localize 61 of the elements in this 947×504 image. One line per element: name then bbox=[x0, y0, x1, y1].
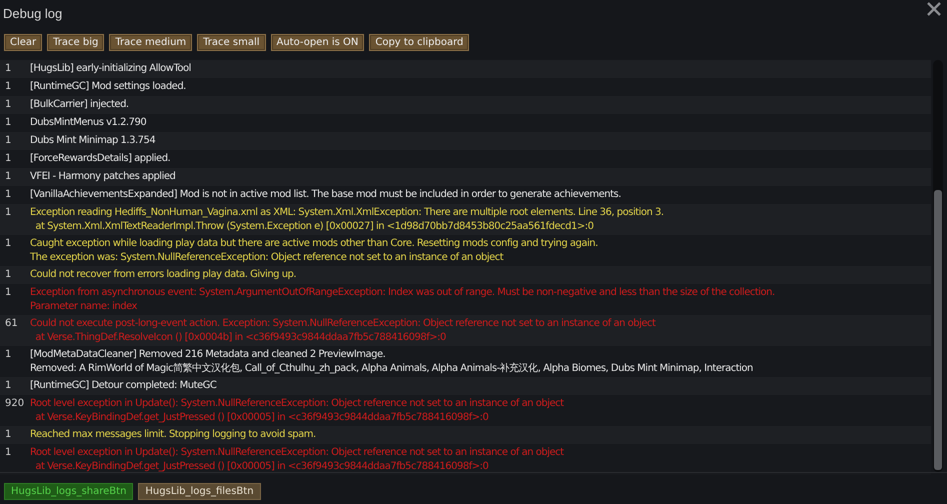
log-text: Could not execute post-long-event action. Exception: System.NullReferenceException: Object reference not set to an instance of an object bbox=[30, 317, 656, 330]
log-entry[interactable]: 1 [BulkCarrier] injected. bbox=[0, 96, 931, 114]
log-text: Dubs Mint Minimap 1.3.754 bbox=[30, 134, 156, 148]
log-count: 920 bbox=[4, 397, 26, 411]
toolbar-button[interactable]: Copy to clipboard bbox=[369, 34, 470, 51]
log-count: 1 bbox=[4, 428, 12, 442]
log-text: at Verse.KeyBindingDef.get_JustPressed () [0x00005] in <c36f9493c9844ddaa7fb5c788416098f>:0 bbox=[34, 410, 488, 424]
log-entry[interactable]: 1 VFEI - Harmony patches applied bbox=[0, 168, 931, 186]
log-count: 1 bbox=[4, 170, 12, 184]
log-text: Removed: A RimWorld of Magic简繁中文汉化包, Call_of_Cthulhu_zh_pack, Alpha Animals, Alpha Animals-补充汉化, Alpha Biomes, Dubs Mint Minimap, Interaction bbox=[30, 362, 753, 375]
log-count: 1 bbox=[4, 134, 12, 148]
log-count: 1 bbox=[4, 98, 12, 112]
log-text: [HugsLib] early-initializing AllowTool bbox=[30, 62, 191, 76]
toolbar-button[interactable]: Trace big bbox=[47, 34, 104, 51]
log-text: Exception from asynchronous event: System.ArgumentOutOfRangeException: Index was out of range. Must be non-negative and less than the size of the collection. bbox=[30, 286, 775, 300]
log-count: 1 bbox=[4, 268, 12, 282]
log-entry[interactable]: 1 [HugsLib] early-initializing AllowTool bbox=[0, 60, 931, 78]
log-text: Could not recover from errors loading play data. Giving up. bbox=[30, 268, 296, 282]
log-entry[interactable]: 1 Dubs Mint Minimap 1.3.754 bbox=[0, 132, 931, 150]
log-text: at Verse.ThingDef.ResolveIcon () [0x0004b] in <c36f9493c9844ddaa7fb5c788416098f>:0 bbox=[34, 330, 446, 344]
scrollbar[interactable] bbox=[933, 60, 943, 472]
log-count: 1 bbox=[4, 116, 12, 130]
log-text: Caught exception while loading play data but there are active mods other than Core. Resetting mods config and trying again. bbox=[30, 237, 598, 250]
log-text: [RuntimeGC] Mod settings loaded. bbox=[30, 80, 186, 94]
log-text: Exception reading Hediffs_NonHuman_Vagina.xml as XML: System.Xml.XmlException: There are multiple root elements. Line 36, position 3. bbox=[30, 206, 664, 220]
log-count: 1 bbox=[4, 446, 12, 460]
log-count: 1 bbox=[4, 152, 12, 166]
toolbar-button[interactable]: Auto-open is ON bbox=[270, 34, 364, 51]
toolbar-button[interactable]: Trace medium bbox=[109, 34, 192, 51]
log-text: at System.Xml.XmlTextReaderImpl.Throw (System.Exception e) [0x00027] in <1d98d70bb7d8453b80c25aa561fdecd1>:0 bbox=[34, 220, 594, 233]
log-entry[interactable]: 1 Could not recover from errors loading play data. Giving up. bbox=[0, 266, 931, 284]
log-count: 1 bbox=[4, 348, 12, 362]
log-count: 1 bbox=[4, 379, 12, 393]
log-text: Root level exception in Update(): System.NullReferenceException: Object reference not set to an instance of an object bbox=[30, 446, 564, 460]
window-title: Debug log bbox=[3, 6, 62, 20]
log-text: Root level exception in Update(): System.NullReferenceException: Object reference not set to an instance of an object bbox=[30, 397, 564, 410]
log-text: The exception was: System.NullReferenceException: Object reference not set to an instance of an object bbox=[30, 250, 504, 264]
log-text: at Verse.KeyBindingDef.get_JustPressed () [0x00005] in <c36f9493c9844ddaa7fb5c788416098f>:0 bbox=[34, 460, 488, 473]
toolbar-button[interactable]: Clear bbox=[4, 34, 42, 51]
log-text: Parameter name: index bbox=[30, 300, 137, 313]
log-text: [RuntimeGC] Detour completed: MuteGC bbox=[30, 379, 216, 392]
log-count: 1 bbox=[4, 80, 12, 94]
log-text: [BulkCarrier] injected. bbox=[30, 98, 129, 112]
log-text: [ForceRewardsDetails] applied. bbox=[30, 152, 170, 166]
log-entry[interactable]: 1 [RuntimeGC] Detour completed: MuteGC bbox=[0, 377, 931, 395]
footer-button[interactable]: HugsLib_logs_filesBtn bbox=[138, 483, 261, 500]
footer-button[interactable]: HugsLib_logs_shareBtn bbox=[4, 483, 134, 500]
log-count: 61 bbox=[4, 317, 19, 331]
toolbar-button[interactable]: Trace small bbox=[197, 34, 266, 51]
log-text: VFEI - Harmony patches applied bbox=[30, 170, 176, 184]
log-text: [ModMetaDataCleaner] Removed 216 Metadata and cleaned 2 PreviewImage. bbox=[30, 348, 386, 362]
log-count: 1 bbox=[4, 237, 12, 251]
log-count: 1 bbox=[4, 286, 12, 300]
log-text: DubsMintMenus v1.2.790 bbox=[30, 116, 146, 130]
log-count: 1 bbox=[4, 188, 12, 202]
close-icon[interactable] bbox=[927, 2, 941, 16]
log-count: 1 bbox=[4, 62, 12, 76]
log-entry[interactable]: 1 Reached max messages limit. Stopping logging to avoid spam. bbox=[0, 426, 931, 444]
log-text: [VanillaAchievementsExpanded] Mod is not in active mod list. The base mod must be included in order to generate achievements. bbox=[30, 188, 621, 202]
log-count: 1 bbox=[4, 206, 12, 220]
log-text: Reached max messages limit. Stopping logging to avoid spam. bbox=[30, 428, 316, 442]
